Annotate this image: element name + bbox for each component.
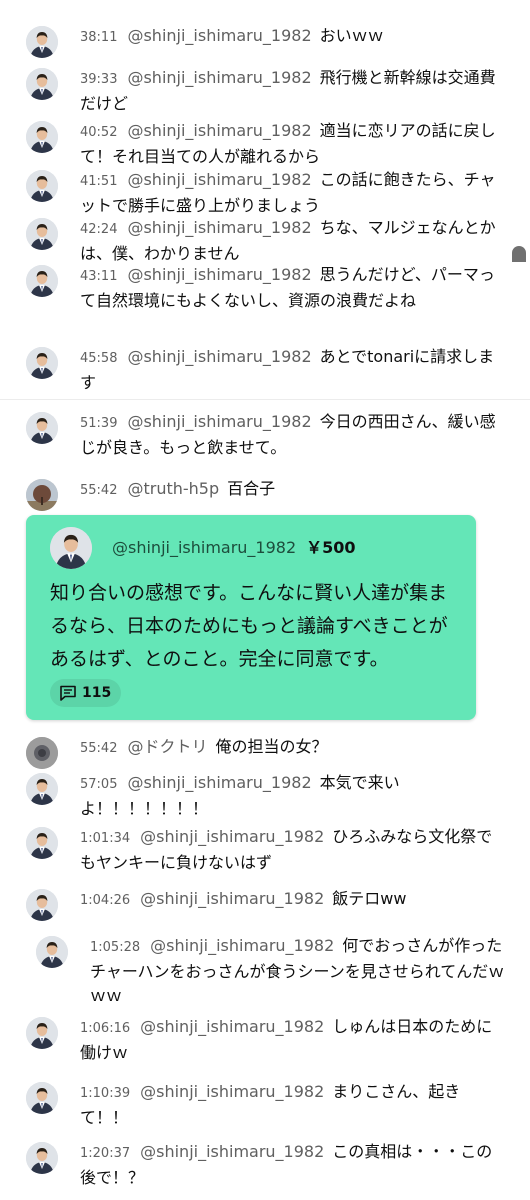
message-timestamp: 1:06:16 xyxy=(80,1021,131,1036)
message-author[interactable]: @shinji_ishimaru_1982 xyxy=(140,889,324,908)
message-author[interactable]: @shinji_ishimaru_1982 xyxy=(127,412,311,431)
message-timestamp: 1:20:37 xyxy=(80,1146,131,1161)
message-author[interactable]: @shinji_ishimaru_1982 xyxy=(140,1082,324,1101)
message-author[interactable]: @shinji_ishimaru_1982 xyxy=(140,1017,324,1036)
message-author[interactable]: @shinji_ishimaru_1982 xyxy=(127,170,311,189)
avatar-landscape[interactable] xyxy=(26,479,58,511)
message-timestamp: 1:01:34 xyxy=(80,831,131,846)
super-chat-author[interactable]: @shinji_ishimaru_1982 xyxy=(112,538,296,557)
message-author[interactable]: @shinji_ishimaru_1982 xyxy=(140,827,324,846)
message-timestamp: 38:11 xyxy=(80,30,118,45)
message-text: 飯テロww xyxy=(332,889,407,908)
avatar[interactable] xyxy=(26,347,58,379)
message-author[interactable]: @shinji_ishimaru_1982 xyxy=(140,1142,324,1161)
message-timestamp: 41:51 xyxy=(80,174,118,189)
comment-icon xyxy=(60,685,76,701)
reply-count-button[interactable]: 115 xyxy=(50,679,122,707)
message-author[interactable]: @shinji_ishimaru_1982 xyxy=(127,265,311,284)
message-author[interactable]: @truth-h5p xyxy=(127,479,219,498)
message-author[interactable]: @ドクトリ xyxy=(127,737,207,756)
message-timestamp: 43:11 xyxy=(80,269,118,284)
avatar[interactable] xyxy=(26,827,58,859)
message-timestamp: 55:42 xyxy=(80,483,118,498)
avatar[interactable] xyxy=(26,1082,58,1114)
message-author[interactable]: @shinji_ishimaru_1982 xyxy=(127,121,311,140)
message-timestamp: 51:39 xyxy=(80,416,118,431)
message-author[interactable]: @shinji_ishimaru_1982 xyxy=(127,68,311,87)
message-author[interactable]: @shinji_ishimaru_1982 xyxy=(127,218,311,237)
avatar[interactable] xyxy=(50,527,92,569)
avatar[interactable] xyxy=(26,265,58,297)
avatar[interactable] xyxy=(36,936,68,968)
avatar-blur[interactable] xyxy=(26,737,58,769)
message-author[interactable]: @shinji_ishimaru_1982 xyxy=(150,936,334,955)
message-timestamp: 55:42 xyxy=(80,741,118,756)
scroll-handle[interactable] xyxy=(512,246,526,262)
avatar[interactable] xyxy=(26,218,58,250)
message-timestamp: 39:33 xyxy=(80,72,118,87)
avatar[interactable] xyxy=(26,170,58,202)
avatar[interactable] xyxy=(26,26,58,58)
message-timestamp: 57:05 xyxy=(80,777,118,792)
reply-count: 115 xyxy=(82,685,112,701)
message-timestamp: 1:10:39 xyxy=(80,1086,131,1101)
avatar[interactable] xyxy=(26,121,58,153)
message-timestamp: 1:05:28 xyxy=(90,940,141,955)
message-timestamp: 45:58 xyxy=(80,351,118,366)
divider xyxy=(0,399,530,400)
super-chat-card[interactable]: @shinji_ishimaru_1982 ￥500 知り合いの感想です。こんなに… xyxy=(26,515,476,720)
message-timestamp: 1:04:26 xyxy=(80,893,131,908)
avatar[interactable] xyxy=(26,68,58,100)
avatar[interactable] xyxy=(26,412,58,444)
message-text: 百合子 xyxy=(227,479,276,498)
avatar[interactable] xyxy=(26,1017,58,1049)
message-text: 俺の担当の女？ xyxy=(215,737,328,756)
message-timestamp: 42:24 xyxy=(80,222,118,237)
avatar[interactable] xyxy=(26,1142,58,1174)
avatar[interactable] xyxy=(26,889,58,921)
message-author[interactable]: @shinji_ishimaru_1982 xyxy=(127,26,311,45)
message-author[interactable]: @shinji_ishimaru_1982 xyxy=(127,347,311,366)
live-chat-panel: 38:11 @shinji_ishimaru_1982 おいｗｗ 39:33 @shi… xyxy=(0,0,530,1200)
message-author[interactable]: @shinji_ishimaru_1982 xyxy=(127,773,311,792)
message-timestamp: 40:52 xyxy=(80,125,118,140)
super-chat-amount: ￥500 xyxy=(306,538,356,557)
message-text: おいｗｗ xyxy=(319,26,384,45)
avatar[interactable] xyxy=(26,773,58,805)
super-chat-text: 知り合いの感想です。こんなに賢い人達が集まるなら、日本のためにもっと議論すべきこ… xyxy=(50,582,448,670)
